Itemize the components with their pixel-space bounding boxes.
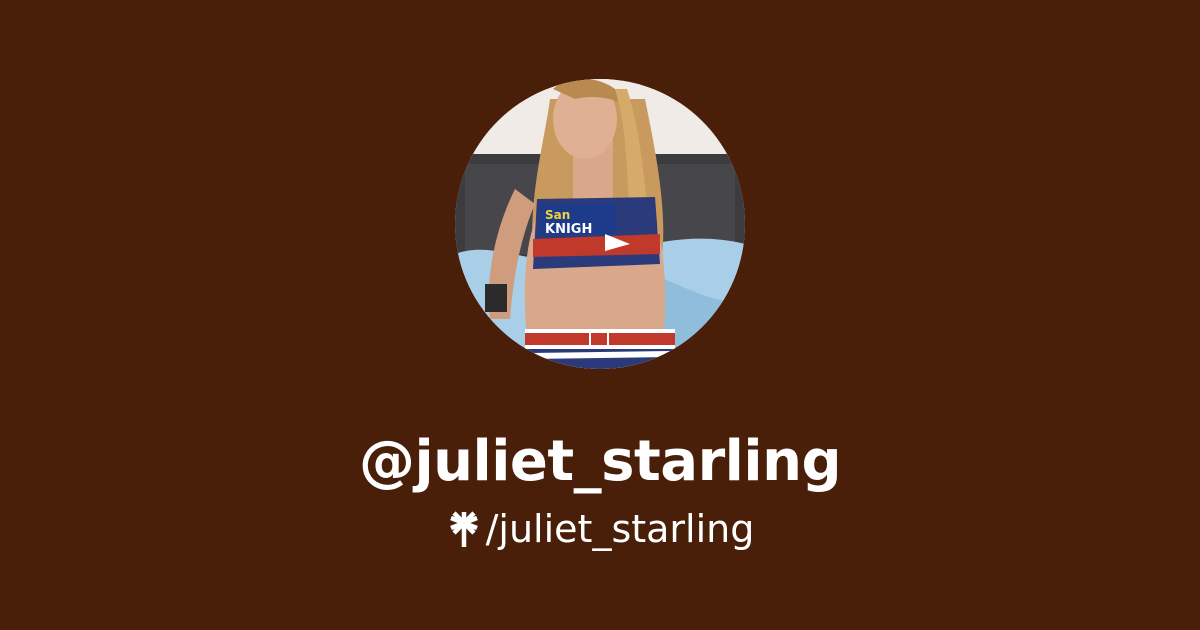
svg-text:San: San (545, 208, 570, 222)
svg-text:KNIGH: KNIGH (545, 222, 592, 237)
profile-handle: @juliet_starling (358, 429, 842, 494)
linktree-asterisk-icon (446, 509, 482, 549)
avatar-photo: San KNIGH (455, 79, 745, 369)
profile-link-text: /juliet_starling (485, 507, 755, 551)
profile-card: San KNIGH @juliet_starling /juliet_starl… (0, 0, 1200, 630)
profile-avatar[interactable]: San KNIGH (455, 79, 745, 369)
profile-link[interactable]: /juliet_starling (0, 505, 1200, 553)
